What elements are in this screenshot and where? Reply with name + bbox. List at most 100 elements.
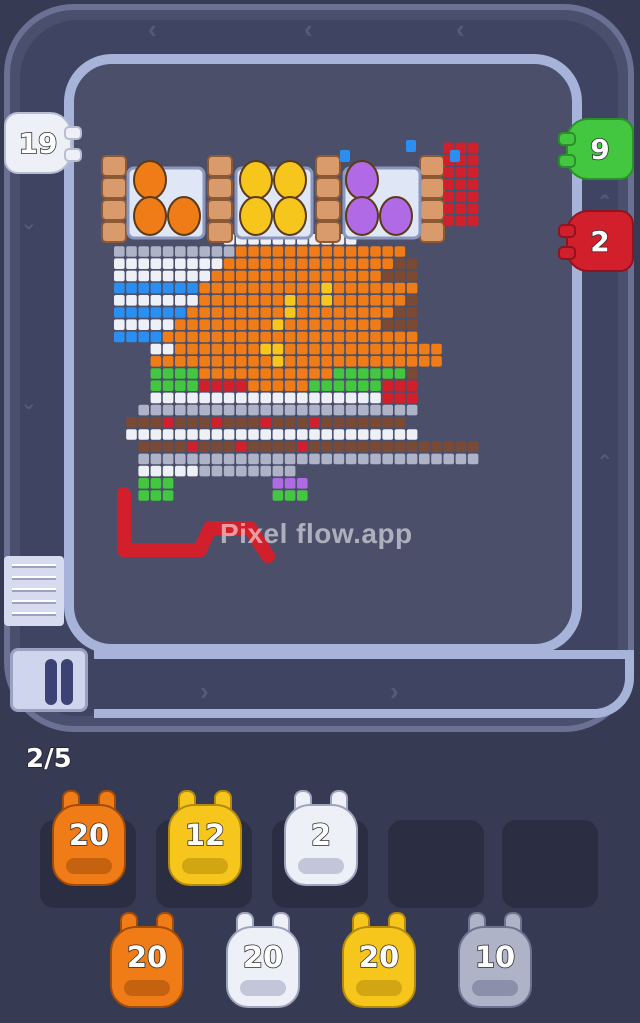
pixel-block [199,307,210,318]
pixel-block [162,453,174,465]
pixel-block [199,295,210,306]
pixel-block [309,441,320,452]
pixel-block [345,331,357,343]
pixel-block [394,441,406,452]
pixel-block [309,295,320,306]
pixel-block [162,282,174,294]
pixel-block [309,429,320,440]
pixel-block [358,246,369,257]
pixel-block [211,331,223,343]
pixel-block [162,258,174,269]
pixel-block [199,270,210,282]
pixel-block [272,441,284,452]
pixel-block [358,417,369,428]
pixel-block [248,404,259,416]
pixel-block [370,258,381,269]
egg [379,196,413,236]
pixel-block [443,179,454,190]
pixel-block [297,392,308,404]
pixel-block [321,295,332,306]
pixel-block [284,246,296,257]
pixel-block [284,319,296,330]
pixel-block [199,465,210,477]
pixel-block [370,453,381,465]
pixel-block [223,331,235,343]
pixel-block [260,429,271,440]
pixel-block [236,380,247,391]
pixel-block [138,404,149,416]
pixel-block [455,166,467,178]
pixel-block [211,368,223,379]
pixel-block [394,319,406,330]
pixel-block [297,368,308,379]
pixel-block [321,282,332,294]
pixel-block [260,270,271,282]
pixel-block [175,417,186,428]
queue-shooter-white[interactable]: 20 [224,912,302,1012]
pixel-block [431,441,442,452]
active-shooter-orange[interactable]: 20 [50,790,128,890]
queue-shooter-yellow[interactable]: 20 [340,912,418,1012]
pixel-block [321,368,332,379]
pixel-block [309,331,320,343]
pixel-block [284,380,296,391]
pixel-block [223,465,235,477]
pixel-block [138,441,149,452]
pixel-block [150,331,162,343]
pixel-block [175,282,186,294]
pixel-block [345,343,357,355]
pixel-block [260,380,271,391]
queue-shooter-orange[interactable]: 20 [108,912,186,1012]
pixel-block [248,380,259,391]
pixel-block [370,404,381,416]
active-slot-empty[interactable] [388,820,484,908]
game-board: ‹ ‹ ‹ ˆ ˆ ˇ ˇ › › 19 9 2 Pixel flow.app … [0,0,640,1023]
pixel-block [162,404,174,416]
pixel-block [309,246,320,257]
pixel-block [150,282,162,294]
pixel-block [211,380,223,391]
pixel-block [321,246,332,257]
pixel-block [443,441,454,452]
pixel-block [138,465,149,477]
pixel-block [223,307,235,318]
egg [345,196,379,236]
pixel-block [211,246,223,257]
pixel-block [187,282,198,294]
pixel-block [321,258,332,269]
pixel-block [211,307,223,318]
active-slot-empty[interactable] [502,820,598,908]
pixel-block [467,203,479,215]
pixel-block [162,307,174,318]
pixel-block [321,441,332,452]
pixel-block [187,441,198,452]
pixel-block [272,392,284,404]
pixel-block [187,429,198,440]
pixel-block [187,380,198,391]
pixel-block [236,368,247,379]
pixel-block [382,429,393,440]
active-shooter-yellow[interactable]: 12 [166,790,244,890]
pixel-block [126,270,137,282]
pixel-block [333,258,345,269]
pixel-block [284,295,296,306]
pixel-block [223,295,235,306]
pixel-block [345,368,357,379]
pixel-block [284,356,296,367]
pixel-block [321,356,332,367]
pixel-block [443,191,454,202]
queue-shooter-gray[interactable]: 10 [456,912,534,1012]
pixel-block [358,258,369,269]
pixel-block [260,246,271,257]
pixel-block [260,331,271,343]
pixel-block [272,307,284,318]
pixel-block [321,429,332,440]
pixel-block [126,417,137,428]
pixel-block [406,295,418,306]
active-shooter-white[interactable]: 2 [282,790,360,890]
pixel-block [406,331,418,343]
pixel-block [382,404,393,416]
pixel-block [272,465,284,477]
pixel-block [345,441,357,452]
pixel-block [236,319,247,330]
